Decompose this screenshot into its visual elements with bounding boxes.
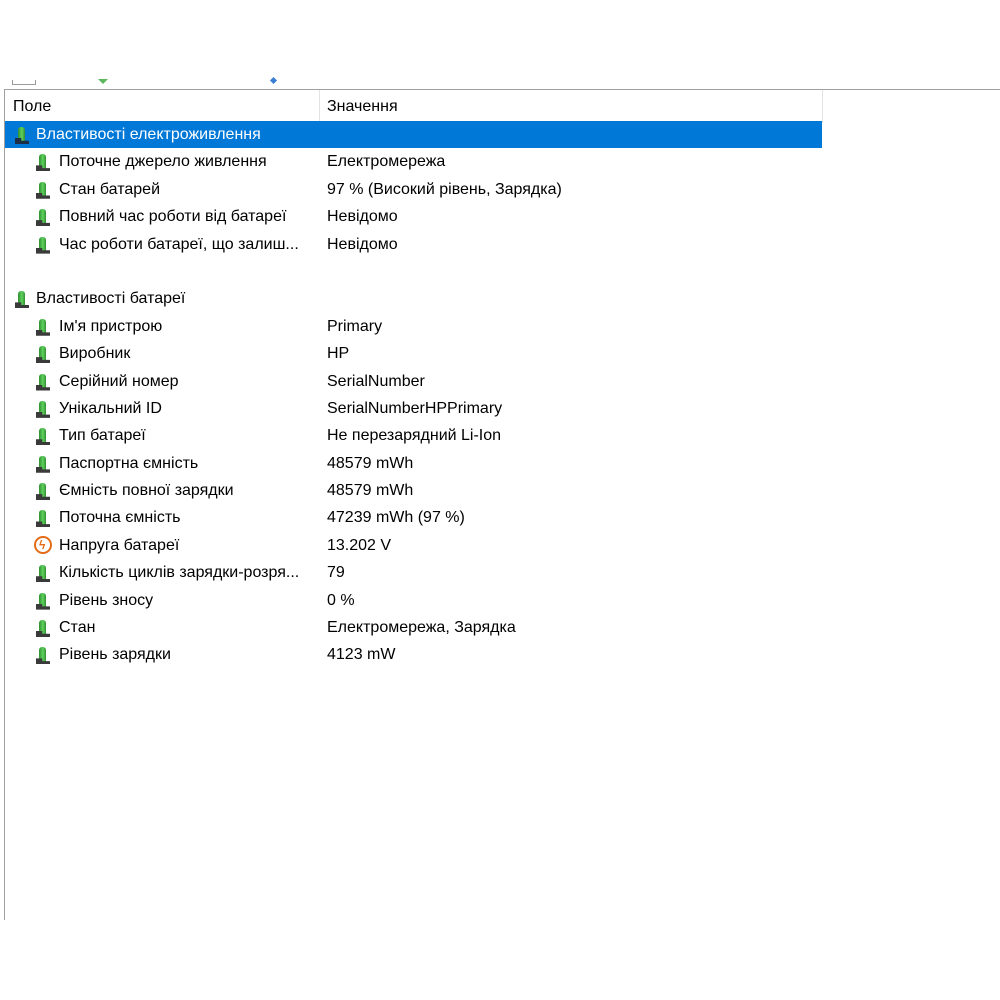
battery-icon xyxy=(36,646,50,665)
row-label: Напруга батареї xyxy=(59,536,180,554)
row-label: Ємність повної зарядки xyxy=(59,482,234,500)
battery-icon xyxy=(36,509,50,528)
toolbar xyxy=(0,0,1000,89)
row-value: Електромережа, Зарядка xyxy=(327,619,516,637)
row-value: 97 % (Високий рівень, Зарядка) xyxy=(327,180,562,198)
property-row[interactable]: Поточна ємність 47239 mWh (97 %) xyxy=(5,504,1000,531)
row-label: Виробник xyxy=(59,345,131,363)
group-row[interactable]: Властивості батареї xyxy=(5,285,1000,312)
column-header-field[interactable]: Поле xyxy=(13,90,313,122)
row-label: Поточне джерело живлення xyxy=(59,153,267,171)
row-label: Поточна ємність xyxy=(59,509,181,527)
property-row[interactable]: Ємність повної зарядки 48579 mWh xyxy=(5,477,1000,504)
battery-icon xyxy=(36,427,50,446)
row-value: 79 xyxy=(327,564,345,582)
property-row[interactable]: Стан батарей 97 % (Високий рівень, Зарядк… xyxy=(5,176,1000,203)
row-label: Кількість циклів зарядки-розря... xyxy=(59,564,300,582)
property-row[interactable]: Серійний номер SerialNumber xyxy=(5,368,1000,395)
battery-icon xyxy=(36,455,50,473)
row-value: HP xyxy=(327,345,350,363)
row-value: 48579 mWh xyxy=(327,482,414,500)
battery-icon xyxy=(15,290,29,309)
battery-icon xyxy=(36,318,50,336)
property-row[interactable]: Паспортна ємність 48579 mWh xyxy=(5,450,1000,477)
row-label: Рівень зарядки xyxy=(59,646,171,664)
property-row[interactable]: Повний час роботи від батареї Невідомо xyxy=(5,203,1000,230)
property-row[interactable]: Рівень зарядки 4123 mW xyxy=(5,641,1000,668)
row-label: Унікальний ID xyxy=(59,399,162,417)
row-label: Стан батарей xyxy=(59,180,161,198)
column-header-value[interactable]: Значення xyxy=(327,90,807,122)
row-value: 4123 mW xyxy=(327,646,396,664)
property-row[interactable]: Тип батареї Не перезарядний Li-Ion xyxy=(5,422,1000,449)
battery-icon xyxy=(15,126,29,144)
row-label: Властивості батареї xyxy=(36,290,186,308)
battery-icon xyxy=(36,236,50,254)
row-label: Ім'я пристрою xyxy=(59,317,163,335)
property-row[interactable]: Поточне джерело живлення Електромережа xyxy=(5,148,1000,175)
battery-icon xyxy=(36,482,50,501)
property-row[interactable]: Виробник HP xyxy=(5,340,1000,367)
property-row[interactable]: Кількість циклів зарядки-розря... 79 xyxy=(5,559,1000,586)
row-value: 13.202 V xyxy=(327,536,392,554)
toolbar-blue-arrow-icon[interactable] xyxy=(269,76,278,85)
battery-icon xyxy=(36,592,50,610)
toolbar-dropdown-arrow-icon[interactable] xyxy=(98,79,108,84)
row-value: 48579 mWh xyxy=(327,454,414,472)
row-label: Повний час роботи від батареї xyxy=(59,208,287,226)
list-header: Поле Значення xyxy=(5,90,823,123)
battery-icon xyxy=(36,373,50,391)
list-rows: Властивості електроживлення Поточне джере… xyxy=(5,121,1000,669)
battery-icon xyxy=(36,345,50,364)
row-label: Властивості електроживлення xyxy=(36,126,261,143)
row-label: Паспортна ємність xyxy=(59,454,199,472)
property-row[interactable]: Стан Електромережа, Зарядка xyxy=(5,614,1000,641)
row-value: 47239 mWh (97 %) xyxy=(327,509,465,527)
property-row[interactable]: Рівень зносу 0 % xyxy=(5,587,1000,614)
toolbar-tray-icon[interactable] xyxy=(12,80,36,85)
row-label: Тип батареї xyxy=(59,427,146,445)
row-label: Рівень зносу xyxy=(59,591,154,609)
property-row[interactable]: Ім'я пристрою Primary xyxy=(5,313,1000,340)
battery-icon xyxy=(36,181,50,199)
row-value: Невідомо xyxy=(327,235,398,253)
column-separator[interactable] xyxy=(319,90,320,122)
row-value: SerialNumber xyxy=(327,372,425,390)
row-label: Серійний номер xyxy=(59,372,179,390)
power-icon: ϟ xyxy=(34,535,52,554)
row-value: Не перезарядний Li-Ion xyxy=(327,427,502,445)
row-value: 0 % xyxy=(327,591,355,609)
row-value: Невідомо xyxy=(327,208,398,226)
battery-icon xyxy=(36,619,50,638)
properties-list-view[interactable]: Поле Значення Властивості електроживленн… xyxy=(4,89,1000,920)
property-row[interactable]: Час роботи батареї, що залиш... Невідомо xyxy=(5,231,1000,258)
group-row[interactable]: Властивості електроживлення xyxy=(5,121,822,149)
battery-icon xyxy=(36,400,50,418)
row-value: Електромережа xyxy=(327,153,446,171)
property-row[interactable]: ϟ Напруга батареї 13.202 V xyxy=(5,532,1000,559)
battery-icon xyxy=(36,564,50,583)
row-value: SerialNumberHPPrimary xyxy=(327,399,503,417)
battery-icon xyxy=(36,208,50,227)
row-label: Стан xyxy=(59,619,96,637)
property-row[interactable]: Унікальний ID SerialNumberHPPrimary xyxy=(5,395,1000,422)
battery-icon xyxy=(36,153,50,172)
row-value: Primary xyxy=(327,317,383,335)
row-label: Час роботи батареї, що залиш... xyxy=(59,235,299,253)
